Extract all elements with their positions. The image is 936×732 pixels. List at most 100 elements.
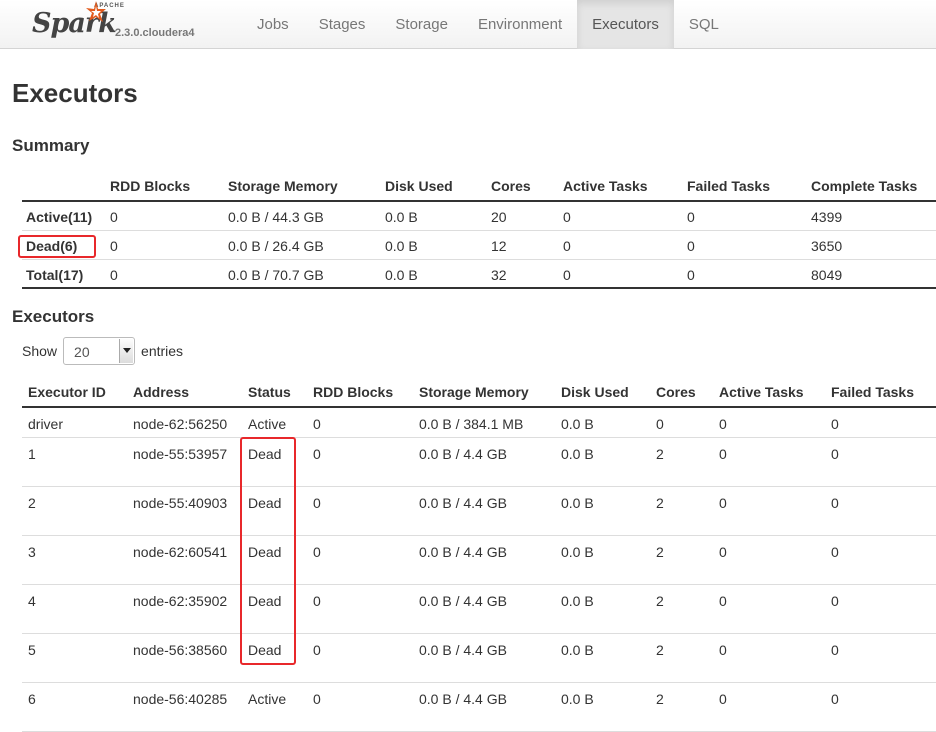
tab-jobs[interactable]: Jobs xyxy=(242,0,304,49)
executors-col-header[interactable]: Failed Tasks xyxy=(825,377,936,408)
executor-cell: 0.0 B / 4.4 GB xyxy=(413,486,555,536)
executor-cell: 0.0 B / 4.4 GB xyxy=(413,584,555,634)
summary-col-header: Complete Tasks xyxy=(807,171,936,202)
summary-cell: 0.0 B / 70.7 GB xyxy=(224,259,381,289)
executor-cell: 0.0 B xyxy=(555,633,650,683)
status-cell: Dead xyxy=(242,486,307,536)
executors-col-header[interactable]: RDD Blocks xyxy=(307,377,413,408)
executor-cell: 0 xyxy=(713,535,825,585)
status-cell: Active xyxy=(242,682,307,732)
dropdown-arrow-icon[interactable] xyxy=(119,339,134,363)
executor-cell: 0 xyxy=(307,535,413,585)
summary-row-label: Dead(6) xyxy=(22,230,106,260)
executor-cell: 0 xyxy=(713,633,825,683)
status-cell: Dead xyxy=(242,535,307,585)
executor-cell: 0.0 B / 4.4 GB xyxy=(413,633,555,683)
executor-cell: 0 xyxy=(307,682,413,732)
tab-environment[interactable]: Environment xyxy=(463,0,577,49)
executor-id-cell: 2 xyxy=(22,486,127,536)
executor-row: 1 node-55:53957 Dead 0 0.0 B / 4.4 GB 0.0 B20… xyxy=(22,437,936,487)
summary-row: Dead(6) 0 0.0 B / 26.4 GB 0.0 B 12 0 0 3650 xyxy=(22,230,936,260)
executor-cell: 0 xyxy=(307,633,413,683)
executor-cell: 2 xyxy=(650,486,713,536)
summary-table: RDD Blocks Storage Memory Disk Used Cores Ac… xyxy=(22,171,936,289)
summary-col-header: RDD Blocks xyxy=(106,171,224,202)
tab-stages[interactable]: Stages xyxy=(304,0,381,49)
executor-cell: 0.0 B xyxy=(555,407,650,438)
summary-cell: 3650 xyxy=(807,230,936,260)
executors-col-header[interactable]: Cores xyxy=(650,377,713,408)
summary-row-label: Total(17) xyxy=(22,259,106,289)
executor-cell: 0.0 B / 4.4 GB xyxy=(413,437,555,487)
summary-cell: 0 xyxy=(683,230,807,260)
executor-cell: 0 xyxy=(307,437,413,487)
executor-cell: 0.0 B xyxy=(555,535,650,585)
summary-cell: 0 xyxy=(683,259,807,289)
summary-cell: 0 xyxy=(106,201,224,231)
executor-row: 6 node-56:40285 Active 0 0.0 B / 4.4 GB 0.0 B… xyxy=(22,682,936,732)
summary-cell: 0.0 B xyxy=(381,230,487,260)
executor-row: driver node-62:56250 Active 0 0.0 B / 384.1 … xyxy=(22,407,936,438)
summary-heading: Summary xyxy=(12,136,90,155)
executor-id-cell: 6 xyxy=(22,682,127,732)
summary-row-label: Active(11) xyxy=(22,201,106,231)
executors-col-header[interactable]: Active Tasks xyxy=(713,377,825,408)
spark-star-icon xyxy=(86,1,106,22)
executor-row: 5 node-56:38560 Dead 0 0.0 B / 4.4 GB 0.0 B20… xyxy=(22,633,936,683)
spark-version: 2.3.0.cloudera4 xyxy=(115,27,195,39)
executor-cell: node-55:53957 xyxy=(127,437,242,487)
executor-cell: 0.0 B / 4.4 GB xyxy=(413,535,555,585)
tab-sql[interactable]: SQL xyxy=(674,0,734,49)
show-entries: Show 20 entries xyxy=(22,337,183,365)
executor-cell: 0 xyxy=(713,437,825,487)
spark-logo[interactable]: APACHE Spark 2.3.0.cloudera4 xyxy=(30,0,210,49)
executor-cell: 0 xyxy=(713,584,825,634)
tab-executors[interactable]: Executors xyxy=(577,0,674,49)
executor-cell: 0 xyxy=(713,682,825,732)
executor-cell: node-62:35902 xyxy=(127,584,242,634)
executor-cell: 0 xyxy=(825,584,936,634)
executors-col-header[interactable]: Storage Memory xyxy=(413,377,555,408)
executor-id-cell: 3 xyxy=(22,535,127,585)
summary-col-header: Failed Tasks xyxy=(683,171,807,202)
summary-col-header: Disk Used xyxy=(381,171,487,202)
summary-row: Active(11) 0 0.0 B / 44.3 GB 0.0 B 20 0 0 4399 xyxy=(22,201,936,231)
navbar: APACHE Spark 2.3.0.cloudera4 Jobs Stages… xyxy=(0,0,936,49)
executor-row: 3 node-62:60541 Dead 0 0.0 B / 4.4 GB 0.0 B20… xyxy=(22,535,936,585)
status-cell: Active xyxy=(242,407,307,438)
summary-col-header: Active Tasks xyxy=(559,171,683,202)
executor-cell: 0 xyxy=(825,633,936,683)
executor-cell: 0 xyxy=(307,407,413,438)
entries-select[interactable]: 20 xyxy=(63,337,136,365)
executor-cell: 2 xyxy=(650,535,713,585)
executor-cell: node-56:40285 xyxy=(127,682,242,732)
executors-col-header[interactable]: Status xyxy=(242,377,307,408)
summary-cell: 0 xyxy=(106,230,224,260)
executors-col-header[interactable]: Address xyxy=(127,377,242,408)
summary-cell: 8049 xyxy=(807,259,936,289)
summary-cell: 0 xyxy=(559,259,683,289)
executor-cell: node-62:60541 xyxy=(127,535,242,585)
summary-cell: 0 xyxy=(559,201,683,231)
summary-cell: 0 xyxy=(559,230,683,260)
executor-cell: 0 xyxy=(825,682,936,732)
tab-storage[interactable]: Storage xyxy=(380,0,463,49)
executor-id-cell: driver xyxy=(22,407,127,438)
executors-col-header[interactable]: Disk Used xyxy=(555,377,650,408)
executor-cell: node-55:40903 xyxy=(127,486,242,536)
executor-row: 4 node-62:35902 Dead 0 0.0 B / 4.4 GB 0.0 B20… xyxy=(22,584,936,634)
executor-cell: 0 xyxy=(825,486,936,536)
executor-cell: 0 xyxy=(825,407,936,438)
status-cell: Dead xyxy=(242,584,307,634)
executor-id-cell: 5 xyxy=(22,633,127,683)
executor-cell: 0 xyxy=(307,486,413,536)
summary-col-header xyxy=(22,171,106,202)
executors-col-header[interactable]: Executor ID xyxy=(22,377,127,408)
summary-cell: 20 xyxy=(487,201,559,231)
summary-cell: 0 xyxy=(683,201,807,231)
executor-cell: 0.0 B xyxy=(555,486,650,536)
executor-id-cell: 1 xyxy=(22,437,127,487)
show-label: Show xyxy=(22,343,58,359)
summary-cell: 0.0 B xyxy=(381,259,487,289)
summary-cell: 0.0 B / 44.3 GB xyxy=(224,201,381,231)
